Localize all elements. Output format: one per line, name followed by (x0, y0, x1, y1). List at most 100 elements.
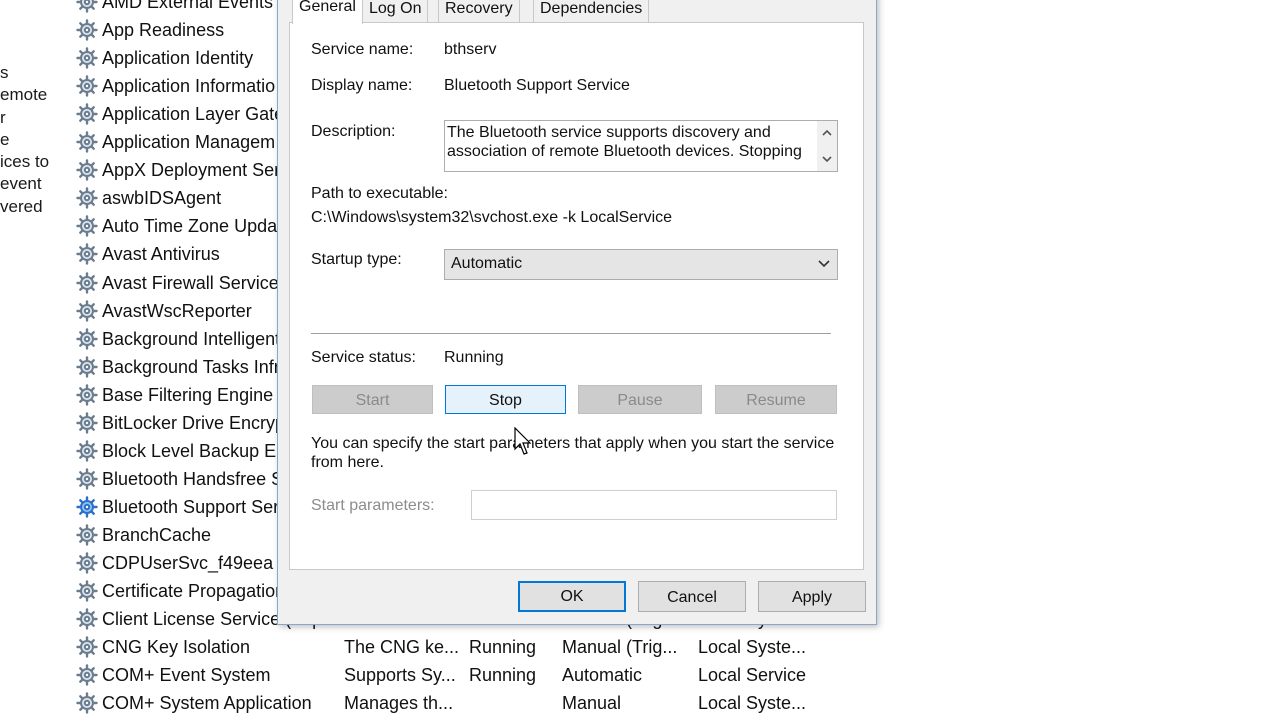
tab-log-on[interactable]: Log On (362, 0, 429, 22)
service-name-cell: Application Layer Gate (102, 104, 285, 125)
service-name-cell: COM+ Event System (102, 665, 271, 686)
tab-dependencies[interactable]: Dependencies (533, 0, 650, 22)
service-logon-cell: Local Syste... (698, 693, 807, 714)
service-name-cell: Bluetooth Handsfree S (102, 468, 284, 489)
description-scrollbar[interactable] (817, 121, 837, 171)
service-row[interactable]: COM+ System Application Manages th... Ma… (72, 689, 832, 717)
scroll-up-icon[interactable] (821, 127, 833, 139)
tab-general[interactable]: General (292, 0, 363, 24)
service-name-cell: BranchCache (102, 524, 212, 545)
gear-icon (76, 524, 98, 546)
service-name-cell: COM+ System Application (102, 693, 312, 714)
service-logon-cell: Local Syste... (698, 637, 807, 658)
service-name-cell: CDPUserSvc_f49eea (102, 553, 274, 573)
service-name-cell: Auto Time Zone Updat (102, 216, 283, 237)
description-pane-line: e (0, 129, 10, 149)
gear-icon (76, 580, 98, 602)
path-label: Path to executable: (311, 185, 448, 202)
service-name-cell: Application Identity (102, 48, 254, 69)
params-hint: You can specify the start parameters tha… (311, 435, 835, 452)
gear-icon (76, 412, 98, 434)
stop-button[interactable]: Stop (445, 385, 566, 414)
service-status-label: Service status: (311, 349, 416, 366)
gear-icon (76, 496, 98, 518)
gear-icon (76, 159, 98, 181)
service-row[interactable]: CNG Key Isolation The CNG ke... Running … (72, 633, 832, 661)
general-tab-panel: Service name: bthserv Display name: Blue… (289, 22, 864, 570)
gear-icon (76, 692, 98, 714)
service-name-cell: Avast Antivirus (102, 244, 220, 265)
description-text: The Bluetooth service supports discovery… (447, 123, 807, 161)
service-name-cell: Avast Firewall Service (102, 272, 279, 293)
service-name-cell: Background Tasks Infra (102, 356, 290, 377)
gear-icon (76, 75, 98, 97)
scroll-down-icon[interactable] (821, 153, 833, 165)
gear-icon (76, 131, 98, 153)
ok-button[interactable]: OK (518, 581, 626, 612)
service-name-cell: Block Level Backup Eng (102, 440, 297, 461)
service-row[interactable]: COM+ Event System Supports Sy... Running… (72, 661, 832, 689)
cancel-button[interactable]: Cancel (638, 581, 746, 612)
service-name-cell: CNG Key Isolation (102, 637, 251, 658)
gear-icon (76, 299, 98, 322)
service-status-value: Running (444, 349, 504, 366)
pause-button[interactable]: Pause (578, 385, 702, 414)
gear-icon (76, 271, 98, 294)
gear-icon (76, 664, 98, 686)
params-hint-continued: from here. (311, 454, 384, 471)
gear-icon (76, 355, 98, 378)
service-name-cell: BitLocker Drive Encrypt (102, 412, 291, 433)
service-name-cell: aswbIDSAgent (102, 188, 222, 209)
description-line: The Bluetooth service supports discovery… (447, 124, 771, 141)
service-name-label: Service name: (311, 41, 414, 58)
service-name-cell: Application Managem (102, 132, 276, 153)
gear-icon (76, 383, 98, 406)
description-pane-line: ices to (0, 152, 50, 172)
description-label: Description: (311, 123, 396, 140)
service-name-cell: Certificate Propagation (102, 581, 286, 602)
mouse-cursor-icon (514, 427, 532, 455)
gear-icon (76, 47, 98, 69)
apply-button[interactable]: Apply (758, 581, 866, 612)
description-pane-line: r (0, 107, 6, 127)
gear-icon (76, 608, 98, 630)
service-description-cell: Manages th... (344, 693, 454, 714)
display-name-value: Bluetooth Support Service (444, 77, 630, 94)
description-pane-line: vered (0, 196, 43, 216)
service-name-cell: Application Informatio (102, 76, 276, 97)
gear-icon (76, 468, 98, 490)
start-button[interactable]: Start (312, 385, 433, 414)
gear-icon (76, 0, 98, 13)
section-divider (311, 333, 831, 335)
startup-type-dropdown[interactable]: Automatic (444, 249, 838, 280)
service-description-cell: Supports Sy... (344, 665, 456, 686)
description-textbox[interactable]: The Bluetooth service supports discovery… (444, 120, 838, 172)
start-params-input[interactable] (471, 490, 837, 520)
gear-icon (76, 19, 98, 41)
gear-icon (76, 552, 98, 574)
description-line: association of remote Bluetooth devices.… (447, 143, 802, 160)
service-name-cell: AMD External Events U (102, 0, 292, 12)
gear-icon (76, 243, 98, 266)
service-name-cell: AppX Deployment Serv (102, 160, 290, 181)
start-params-label: Start parameters: (311, 497, 435, 514)
description-pane-line: event (0, 174, 42, 194)
service-status-cell: Running (469, 637, 537, 658)
chevron-down-icon (818, 260, 830, 268)
service-name-cell: Background Intelligent (102, 328, 281, 349)
service-description-cell: The CNG ke... (344, 637, 460, 658)
gear-icon (76, 440, 98, 462)
service-name-value: bthserv (444, 41, 497, 58)
service-name-cell: Base Filtering Engine (102, 384, 274, 405)
service-startup-cell: Manual (562, 693, 622, 714)
gear-icon (76, 187, 98, 210)
service-name-cell: AvastWscReporter (102, 300, 252, 321)
service-name-cell: Bluetooth Support Serv (102, 496, 289, 517)
gear-icon (76, 636, 98, 658)
service-logon-cell: Local Service (698, 665, 807, 686)
description-pane-fragment: s emote r e ices to event vered (0, 62, 72, 218)
resume-button[interactable]: Resume (715, 385, 837, 414)
display-name-label: Display name: (311, 77, 413, 94)
tab-recovery[interactable]: Recovery (438, 0, 520, 22)
service-properties-dialog: General Log On Recovery Dependencies Ser… (277, 0, 877, 625)
